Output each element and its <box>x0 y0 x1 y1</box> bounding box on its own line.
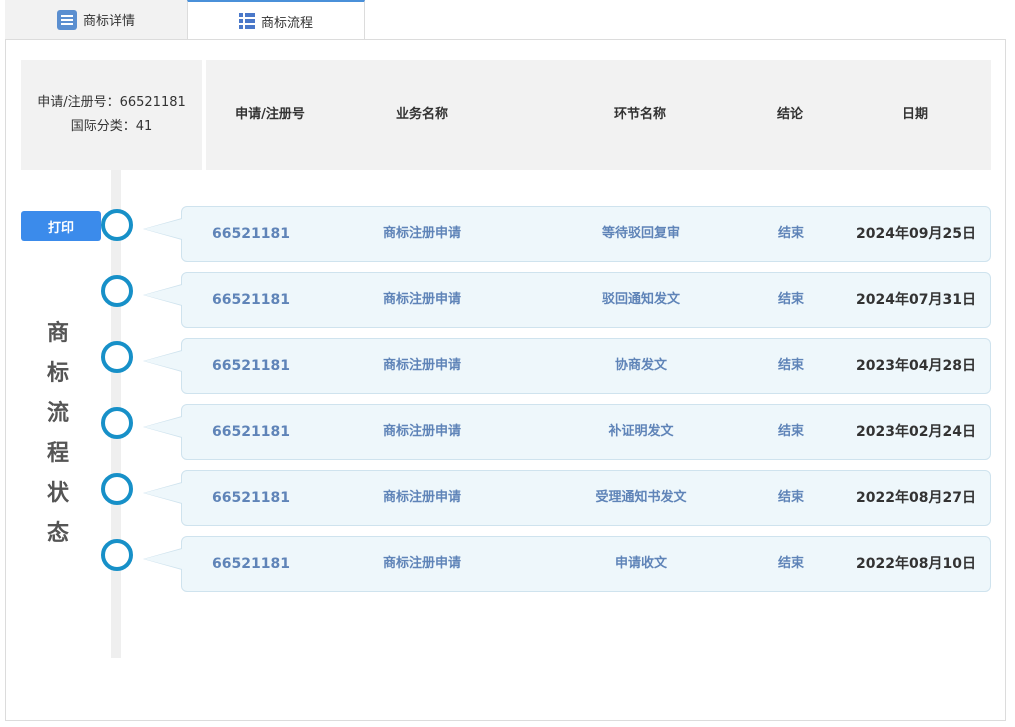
timeline-node <box>101 473 133 505</box>
row-business: 商标注册申请 <box>382 424 461 439</box>
row-business: 商标注册申请 <box>382 358 461 373</box>
row-result: 结束 <box>777 556 804 571</box>
registration-number: 申请/注册号：66521181 <box>37 95 186 110</box>
print-button[interactable]: 打印 <box>21 211 101 241</box>
table-row: 66521181 商标注册申请 协商发文 结束 2023年04月28日 <box>143 338 991 394</box>
row-step: 等待驳回复审 <box>601 226 680 241</box>
row-date: 2023年02月24日 <box>856 424 976 440</box>
row-step: 补证明发文 <box>608 424 674 439</box>
row-business: 商标注册申请 <box>382 490 461 505</box>
trademark-summary: 申请/注册号：66521181 国际分类：41 <box>21 60 202 170</box>
tab-trademark-flow[interactable]: 商标流程 <box>187 0 365 40</box>
row-business: 商标注册申请 <box>382 556 461 571</box>
row-business: 商标注册申请 <box>382 292 461 307</box>
column-header-date: 日期 <box>901 107 928 122</box>
row-step: 申请收文 <box>614 556 667 571</box>
timeline-node <box>101 341 133 373</box>
row-reg-no[interactable]: 66521181 <box>207 405 295 459</box>
column-header-step: 环节名称 <box>613 107 666 122</box>
tab-trademark-detail[interactable]: 商标详情 <box>5 0 195 40</box>
table-header: 申请/注册号 业务名称 环节名称 结论 日期 <box>206 60 991 170</box>
row-result: 结束 <box>777 226 804 241</box>
list-icon <box>238 13 255 29</box>
row-business: 商标注册申请 <box>382 226 461 241</box>
row-reg-no[interactable]: 66521181 <box>207 471 295 525</box>
table-row: 66521181 商标注册申请 申请收文 结束 2022年08月10日 <box>143 536 991 592</box>
row-result: 结束 <box>777 292 804 307</box>
table-row: 66521181 商标注册申请 补证明发文 结束 2023年02月24日 <box>143 404 991 460</box>
row-reg-no[interactable]: 66521181 <box>207 273 295 327</box>
row-result: 结束 <box>777 424 804 439</box>
row-step: 驳回通知发文 <box>601 292 680 307</box>
row-reg-no[interactable]: 66521181 <box>207 537 295 591</box>
row-reg-no[interactable]: 66521181 <box>207 207 295 261</box>
tab-label: 商标详情 <box>82 14 135 29</box>
timeline-node <box>101 407 133 439</box>
column-header-reg-no: 申请/注册号 <box>235 107 305 122</box>
row-result: 结束 <box>777 490 804 505</box>
international-class: 国际分类：41 <box>70 119 153 134</box>
row-date: 2024年07月31日 <box>856 292 976 308</box>
row-step: 协商发文 <box>614 358 667 373</box>
table-row: 66521181 商标注册申请 驳回通知发文 结束 2024年07月31日 <box>143 272 991 328</box>
row-date: 2022年08月10日 <box>856 556 976 572</box>
tab-label: 商标流程 <box>260 15 313 31</box>
row-date: 2024年09月25日 <box>856 226 976 242</box>
timeline-node <box>101 209 133 241</box>
table-row: 66521181 商标注册申请 等待驳回复审 结束 2024年09月25日 <box>143 206 991 262</box>
row-step: 受理通知书发文 <box>595 490 687 505</box>
document-list-icon <box>56 9 77 30</box>
row-result: 结束 <box>777 358 804 373</box>
row-reg-no[interactable]: 66521181 <box>207 339 295 393</box>
column-header-business: 业务名称 <box>395 107 448 122</box>
timeline-node <box>101 539 133 571</box>
row-date: 2023年04月28日 <box>856 358 976 374</box>
timeline-node <box>101 275 133 307</box>
tab-bar: 商标详情 商标流程 <box>5 0 1005 40</box>
timeline-vertical-label: 商 标 流 程 状 态 <box>46 321 69 546</box>
table-row: 66521181 商标注册申请 受理通知书发文 结束 2022年08月27日 <box>143 470 991 526</box>
column-header-result: 结论 <box>776 107 803 122</box>
row-date: 2022年08月27日 <box>856 490 976 506</box>
